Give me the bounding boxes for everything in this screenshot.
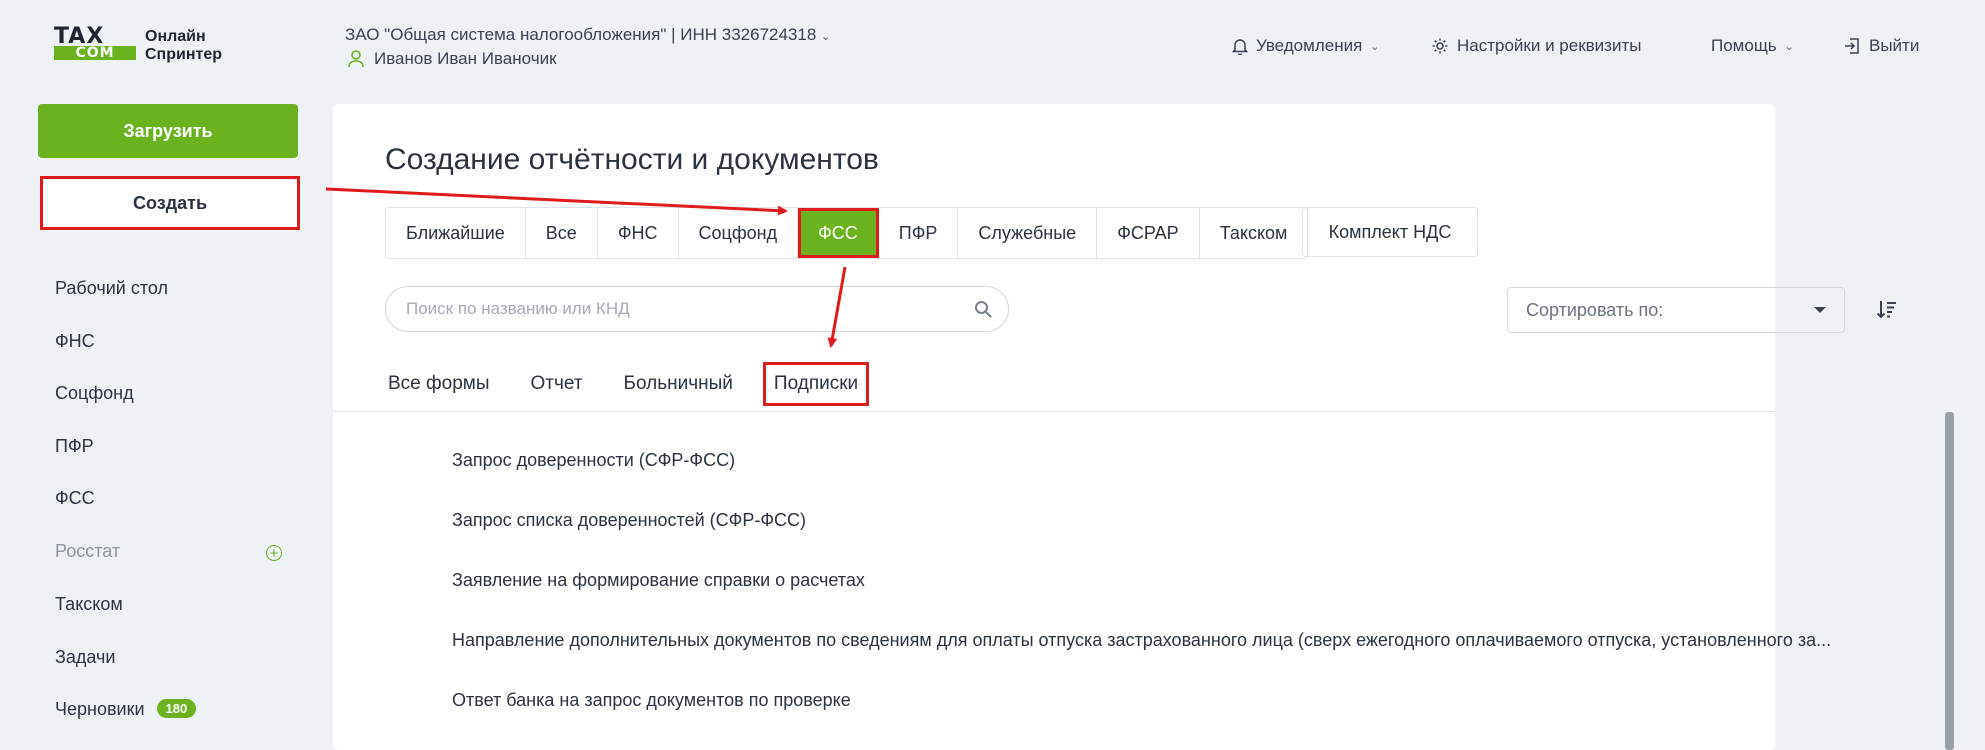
form-type-tabs: Все формы Отчет Больничный Подписки xyxy=(385,362,904,406)
bell-icon xyxy=(1232,39,1248,55)
notifications-menu[interactable]: Уведомления ⌄ xyxy=(1232,36,1380,56)
subtab-report[interactable]: Отчет xyxy=(528,363,586,405)
sort-direction-icon[interactable] xyxy=(1876,298,1898,320)
notifications-label: Уведомления xyxy=(1256,36,1363,55)
drafts-count-badge: 180 xyxy=(156,699,197,718)
add-rosstat-icon[interactable]: + xyxy=(266,545,282,561)
sort-select[interactable]: Сортировать по: xyxy=(1507,287,1845,333)
logout-link[interactable]: Выйти xyxy=(1843,36,1919,56)
settings-link[interactable]: Настройки и реквизиты xyxy=(1431,36,1641,56)
taxcom-logo[interactable]: TAX COM Онлайн Спринтер xyxy=(54,26,234,66)
chevron-down-icon: ⌄ xyxy=(821,31,831,43)
sidebar-item-rosstat[interactable]: Росстат xyxy=(55,541,120,562)
category-tabs: Ближайшие Все ФНС Соцфонд ФСС ПФР Служеб… xyxy=(385,207,1309,259)
logo-com: COM xyxy=(54,46,136,60)
drafts-label: Черновики xyxy=(55,699,145,719)
sidebar-item-fns[interactable]: ФНС xyxy=(55,331,95,352)
search-input[interactable] xyxy=(404,298,974,320)
gear-icon xyxy=(1432,38,1448,54)
user-icon xyxy=(348,50,364,68)
tab-pfr[interactable]: ПФР xyxy=(879,208,959,258)
form-list-item[interactable]: Запрос списка доверенностей (СФР-ФСС) xyxy=(452,510,806,531)
tab-fsrar[interactable]: ФСРАР xyxy=(1097,208,1200,258)
form-list-item[interactable]: Направление дополнительных документов по… xyxy=(452,630,1872,651)
tab-vat-kit[interactable]: Комплект НДС xyxy=(1302,207,1478,257)
form-list-item[interactable]: Ответ банка на запрос документов по пров… xyxy=(452,690,851,711)
tab-socfond[interactable]: Соцфонд xyxy=(679,208,799,258)
chevron-down-icon: ⌄ xyxy=(1784,40,1794,53)
sidebar-item-taxcom[interactable]: Такском xyxy=(55,594,123,615)
subtab-subscriptions[interactable]: Подписки xyxy=(762,362,870,406)
logout-icon xyxy=(1845,38,1859,54)
create-button[interactable]: Создать xyxy=(40,176,300,230)
tab-nearest[interactable]: Ближайшие xyxy=(386,208,526,258)
logo-line1: Онлайн xyxy=(145,28,206,45)
tab-fns[interactable]: ФНС xyxy=(598,208,679,258)
upload-button[interactable]: Загрузить xyxy=(38,104,298,158)
list-scrollbar[interactable] xyxy=(1945,412,1954,750)
tab-service[interactable]: Служебные xyxy=(958,208,1098,258)
settings-label: Настройки и реквизиты xyxy=(1457,36,1642,55)
logo-line2: Спринтер xyxy=(145,46,222,63)
sidebar-item-socfond[interactable]: Соцфонд xyxy=(55,383,134,404)
help-label: Помощь xyxy=(1711,36,1777,55)
sort-label: Сортировать по: xyxy=(1526,299,1664,320)
tab-all[interactable]: Все xyxy=(526,208,598,258)
form-list-item[interactable]: Запрос доверенности (СФР-ФСС) xyxy=(452,450,735,471)
sidebar-item-drafts[interactable]: Черновики 180 xyxy=(55,699,197,720)
help-menu[interactable]: Помощь ⌄ xyxy=(1711,36,1794,56)
search-field[interactable] xyxy=(385,286,1009,332)
sidebar-item-fss[interactable]: ФСС xyxy=(55,488,95,509)
current-user[interactable]: Иванов Иван Иваночик xyxy=(348,49,557,69)
user-name: Иванов Иван Иваночик xyxy=(374,49,557,68)
sidebar-item-tasks[interactable]: Задачи xyxy=(55,647,115,668)
search-icon[interactable] xyxy=(974,300,992,318)
main-panel xyxy=(333,104,1775,750)
organization-name: ЗАО "Общая система налогообложения" | ИН… xyxy=(345,25,817,44)
caret-down-icon xyxy=(1814,307,1826,313)
chevron-down-icon: ⌄ xyxy=(1370,40,1380,53)
organization-selector[interactable]: ЗАО "Общая система налогообложения" | ИН… xyxy=(345,25,830,45)
subtab-sick-leave[interactable]: Больничный xyxy=(621,363,736,405)
form-list-item[interactable]: Заявление на формирование справки о расч… xyxy=(452,570,865,591)
subtab-all-forms[interactable]: Все формы xyxy=(385,363,493,405)
divider xyxy=(333,411,1775,412)
page-title: Создание отчётности и документов xyxy=(385,143,879,176)
logout-label: Выйти xyxy=(1869,36,1920,55)
sidebar-item-pfr[interactable]: ПФР xyxy=(55,436,94,457)
tab-fss[interactable]: ФСС xyxy=(798,208,879,258)
sidebar-item-desktop[interactable]: Рабочий стол xyxy=(55,278,168,299)
tab-taxcom[interactable]: Такском xyxy=(1200,208,1308,258)
